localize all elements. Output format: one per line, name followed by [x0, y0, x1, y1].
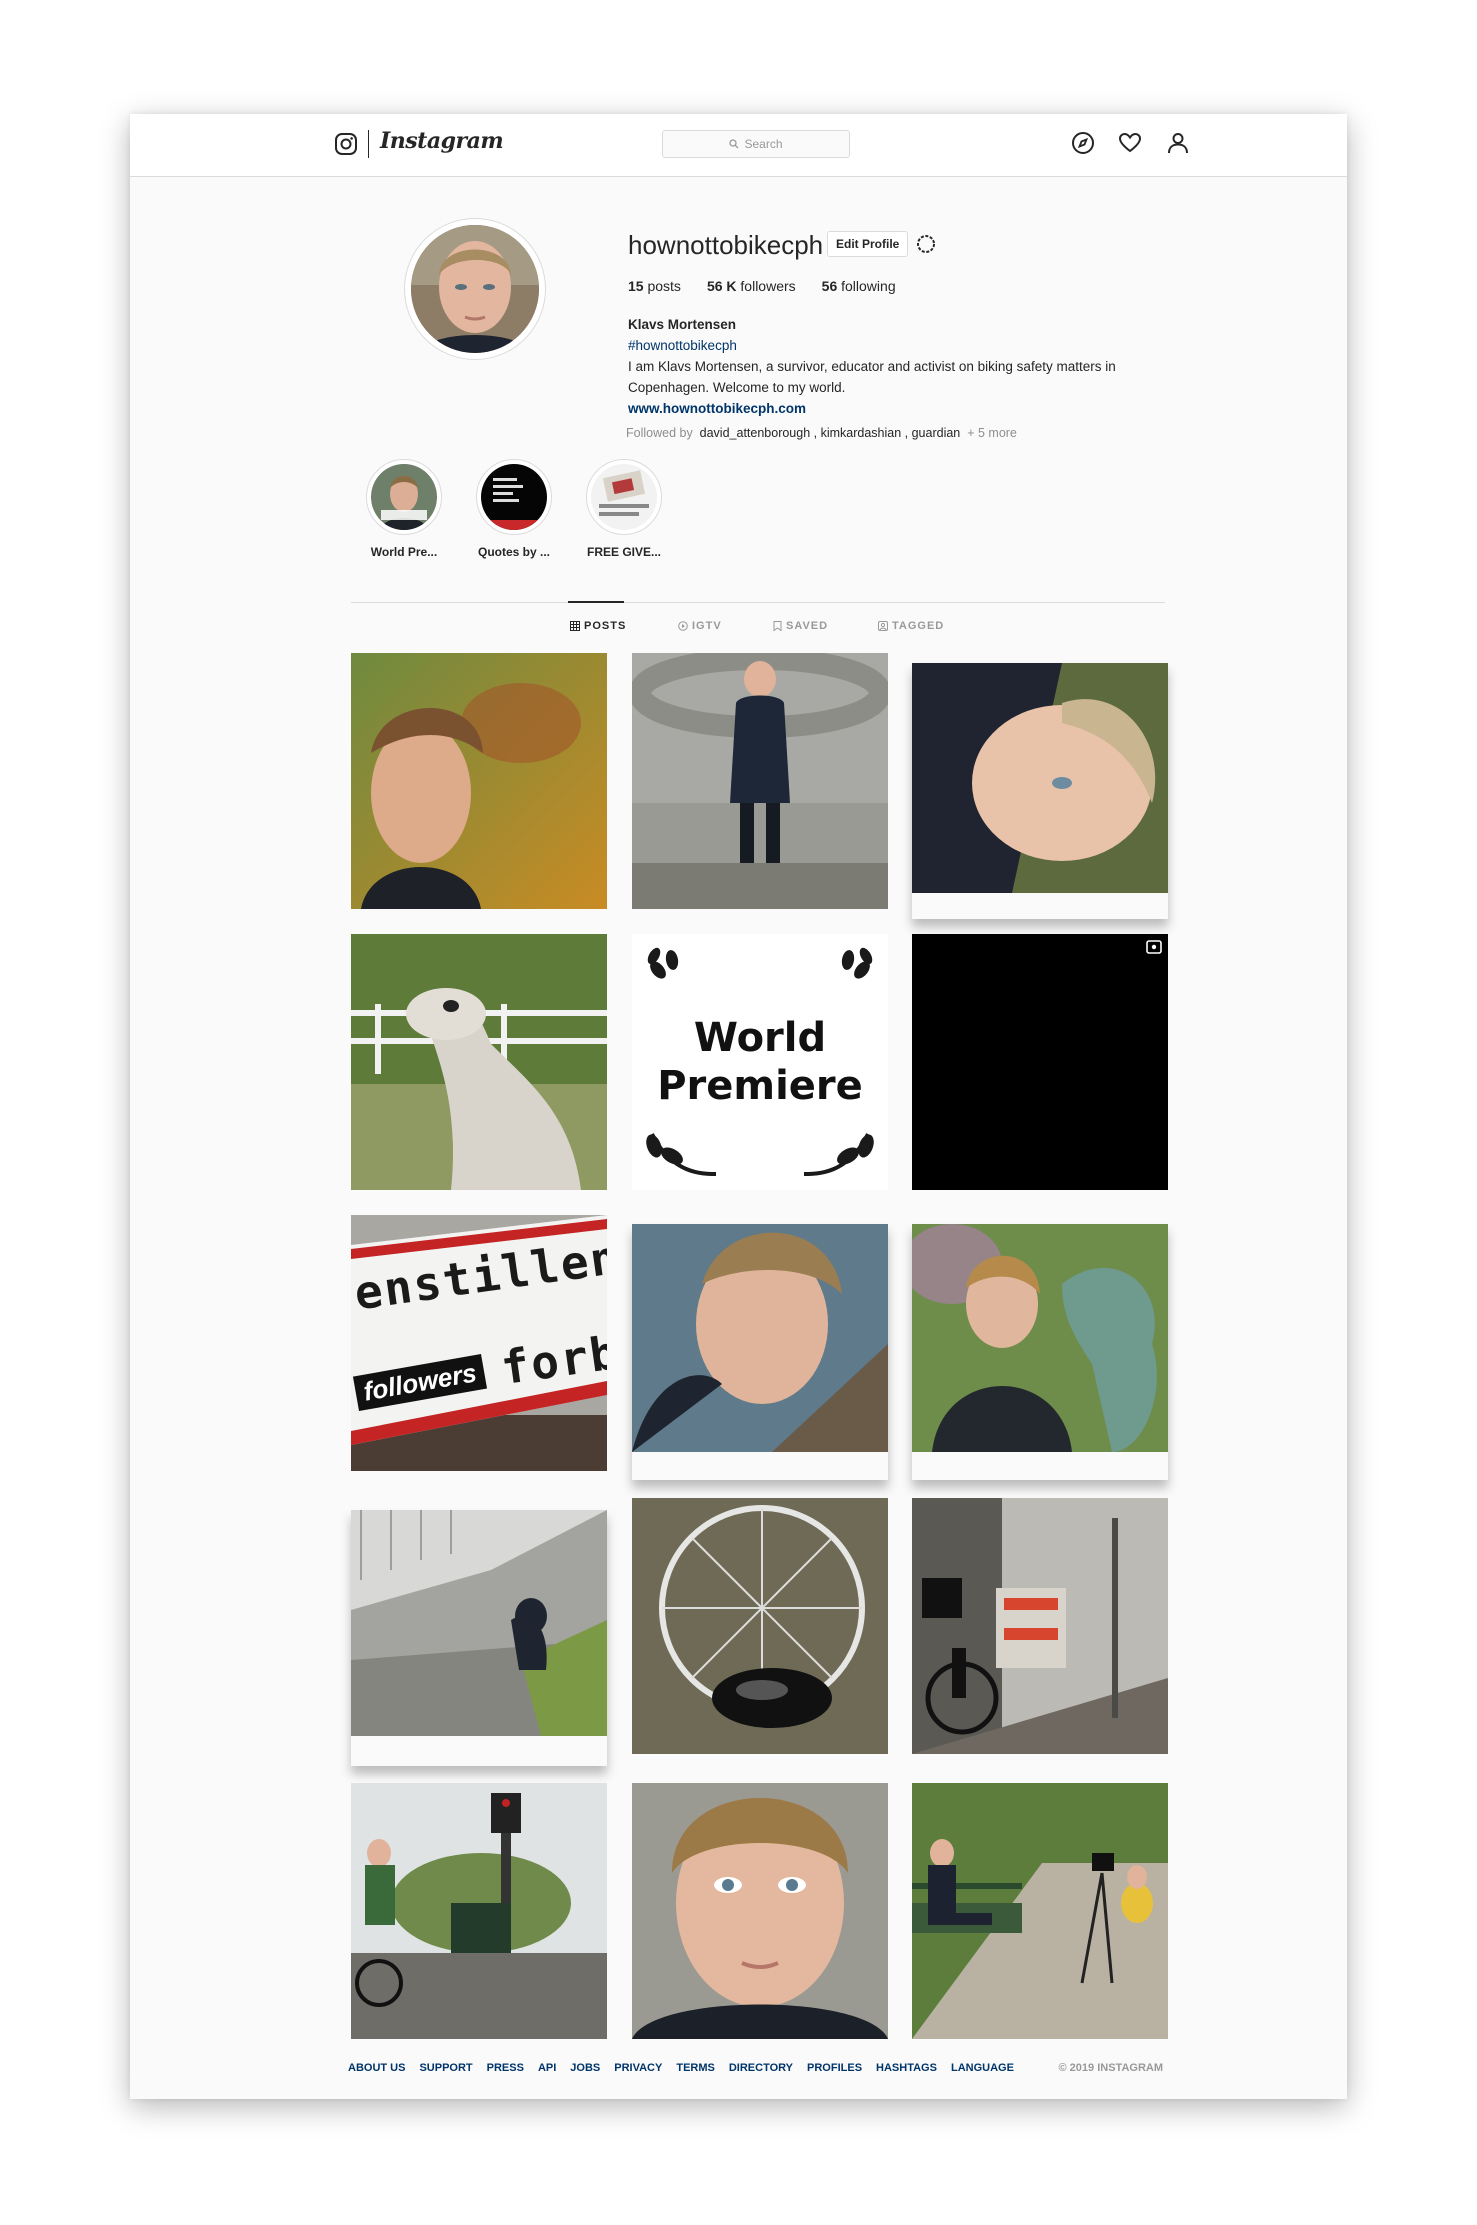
tabs-divider: [351, 602, 1165, 603]
footer-link-terms[interactable]: TERMS: [676, 2062, 715, 2074]
search-icon: [729, 139, 739, 149]
post-photo: [632, 1224, 888, 1452]
profile-avatar[interactable]: [404, 218, 546, 360]
post-photo: [351, 934, 607, 1190]
followed-by-label: Followed by: [626, 426, 693, 440]
post-tile-sign[interactable]: enstillen forb followers: [351, 1215, 607, 1471]
search-input[interactable]: Search: [662, 130, 850, 158]
world-premiere-line-1: World: [693, 1015, 827, 1061]
post-tile[interactable]: [912, 1498, 1168, 1754]
tab-igtv[interactable]: IGTV: [678, 620, 722, 632]
search-placeholder: Search: [744, 137, 783, 151]
post-photo: [351, 1783, 607, 2039]
footer-link-about[interactable]: ABOUT US: [348, 2062, 405, 2074]
highlight-ring: [366, 459, 442, 535]
tag-user-icon: [878, 621, 888, 631]
followers-stat[interactable]: 56 K followers: [707, 278, 796, 294]
post-tile[interactable]: [351, 653, 607, 909]
profile-bio: Klavs Mortensen #hownottobikecph I am Kl…: [628, 314, 1158, 419]
avatar: [411, 225, 539, 353]
highlight-ring: [476, 459, 552, 535]
post-photo: [632, 1498, 888, 1754]
post-tile[interactable]: [632, 653, 888, 909]
post-tile[interactable]: [351, 934, 607, 1190]
footer-links: ABOUT US SUPPORT PRESS API JOBS PRIVACY …: [348, 2062, 1014, 2074]
instagram-page: Instagram Search hownottobikecph Edit Pr…: [130, 114, 1347, 2099]
grid-icon: [570, 621, 580, 631]
settings-gear-icon[interactable]: [914, 232, 938, 256]
post-tile[interactable]: [632, 1498, 888, 1754]
post-photo: [632, 653, 888, 909]
bio-line-1: I am Klavs Mortensen, a survivor, educat…: [628, 359, 1116, 374]
highlight-world-premiere[interactable]: World Pre...: [344, 459, 464, 559]
highlight-quotes[interactable]: Quotes by ...: [454, 459, 574, 559]
post-photo: [351, 653, 607, 909]
highlight-label: Quotes by ...: [477, 545, 550, 559]
world-premiere-line-2: Premiere: [657, 1063, 863, 1109]
posts-stat: 15 posts: [628, 278, 681, 294]
post-tile[interactable]: [632, 1783, 888, 2039]
profile-stats: 15 posts 56 K followers 56 following: [628, 278, 896, 294]
followed-by-users[interactable]: david_attenborough , kimkardashian , gua…: [700, 426, 961, 440]
nav-divider: [368, 130, 369, 158]
post-tile-world-premiere[interactable]: World Premiere: [632, 934, 888, 1190]
full-name: Klavs Mortensen: [628, 317, 737, 332]
post-tile[interactable]: [912, 663, 1168, 919]
post-tile[interactable]: [351, 1510, 607, 1766]
highlight-label: World Pre...: [370, 545, 438, 559]
profile-icon[interactable]: [1165, 130, 1191, 156]
footer-link-press[interactable]: PRESS: [487, 2062, 524, 2074]
bookmark-icon: [773, 621, 782, 631]
copyright: © 2019 INSTAGRAM: [1058, 2062, 1163, 2074]
post-photo: [912, 1783, 1168, 2039]
post-tile[interactable]: [351, 1783, 607, 2039]
compass-icon[interactable]: [1070, 130, 1096, 156]
instagram-wordmark[interactable]: Instagram: [380, 128, 504, 154]
followed-by[interactable]: Followed by david_attenborough , kimkard…: [626, 426, 1017, 440]
igtv-icon: [678, 621, 688, 631]
footer-link-directory[interactable]: DIRECTORY: [729, 2062, 793, 2074]
footer-link-privacy[interactable]: PRIVACY: [614, 2062, 662, 2074]
post-photo: [632, 1783, 888, 2039]
profile-username: hownottobikecph: [628, 230, 824, 260]
tab-tagged[interactable]: TAGGED: [878, 620, 944, 632]
highlight-ring: [586, 459, 662, 535]
post-photo: [912, 663, 1168, 893]
footer-link-jobs[interactable]: JOBS: [570, 2062, 600, 2074]
instagram-camera-icon[interactable]: [334, 132, 358, 156]
footer-link-profiles[interactable]: PROFILES: [807, 2062, 862, 2074]
highlight-label: FREE GIVE...: [586, 545, 661, 559]
tab-saved[interactable]: SAVED: [773, 620, 828, 632]
post-photo: [912, 1224, 1168, 1452]
post-tile-igtv-video[interactable]: [912, 934, 1168, 1190]
top-nav: Instagram Search: [130, 114, 1347, 177]
highlight-free-giveaway[interactable]: FREE GIVE...: [564, 459, 684, 559]
heart-icon[interactable]: [1117, 130, 1143, 156]
footer-link-support[interactable]: SUPPORT: [419, 2062, 472, 2074]
footer-link-hashtags[interactable]: HASHTAGS: [876, 2062, 937, 2074]
footer-link-language[interactable]: LANGUAGE: [951, 2062, 1014, 2074]
post-photo: [351, 1510, 607, 1736]
igtv-badge-icon: [1146, 940, 1162, 954]
edit-profile-button[interactable]: Edit Profile: [827, 231, 909, 257]
hashtag-link[interactable]: #hownottobikecph: [628, 335, 1158, 356]
tab-posts[interactable]: POSTS: [570, 620, 626, 632]
post-tile[interactable]: [632, 1224, 888, 1480]
post-tile[interactable]: [912, 1224, 1168, 1480]
avatar-photo: [411, 225, 539, 353]
footer-link-api[interactable]: API: [538, 2062, 556, 2074]
post-photo: [912, 1498, 1168, 1754]
bio-line-2: Copenhagen. Welcome to my world.: [628, 380, 846, 395]
website-link[interactable]: www.hownottobikecph.com: [628, 398, 1158, 419]
followed-by-more[interactable]: + 5 more: [967, 426, 1017, 440]
following-stat[interactable]: 56 following: [822, 278, 896, 294]
post-tile[interactable]: [912, 1783, 1168, 2039]
active-tab-indicator: [568, 601, 624, 603]
